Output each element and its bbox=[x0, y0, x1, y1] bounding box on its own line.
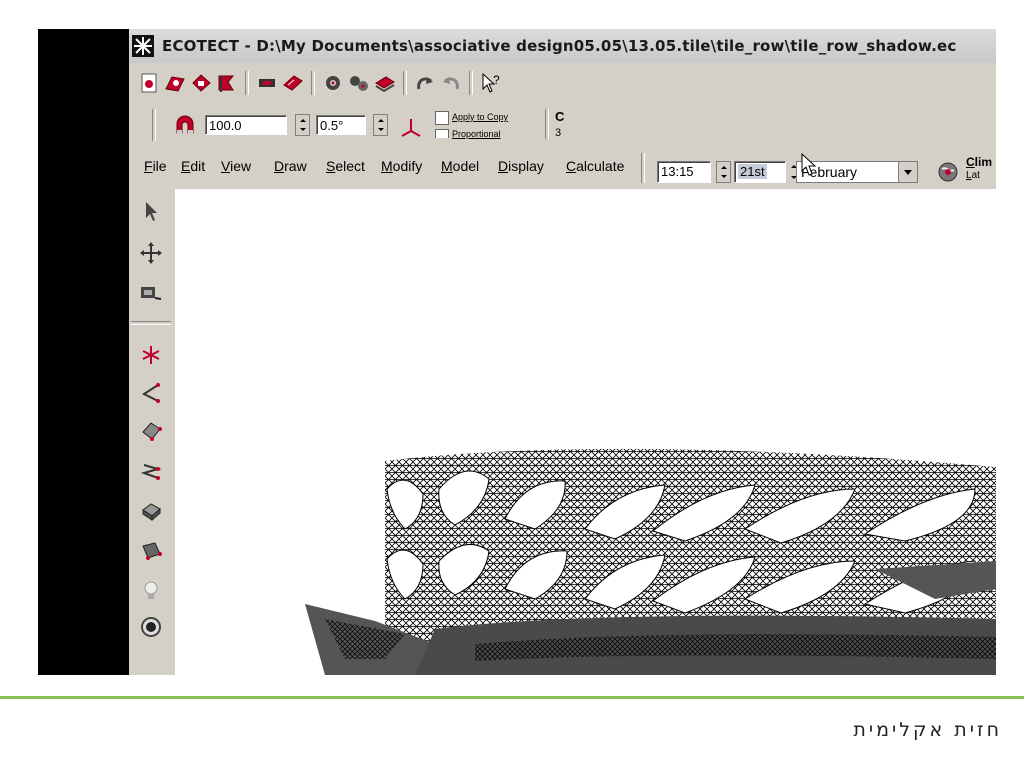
toolbar-separator bbox=[403, 71, 407, 95]
climate-sub-label: Lat bbox=[966, 170, 980, 181]
book-icon[interactable] bbox=[281, 71, 305, 95]
apply-to-copy-label: Apply to Copy bbox=[452, 112, 509, 122]
save-file-icon[interactable] bbox=[189, 71, 213, 95]
chevron-down-icon[interactable] bbox=[898, 162, 917, 182]
day-value: 21st bbox=[738, 164, 767, 179]
save-as-icon[interactable] bbox=[215, 71, 239, 95]
open-file-icon[interactable] bbox=[163, 71, 187, 95]
new-file-icon[interactable] bbox=[137, 71, 161, 95]
menu-calculate[interactable]: Calculate bbox=[566, 158, 624, 174]
pointer-icon[interactable] bbox=[137, 197, 165, 225]
angle-spinner[interactable] bbox=[373, 114, 388, 136]
video-letterbox-right bbox=[996, 29, 1024, 675]
globe-icon[interactable] bbox=[937, 161, 959, 183]
transform-toolbar: 100.0 0.5° Apply to Copy Proportional C … bbox=[129, 105, 596, 145]
render-icon[interactable] bbox=[255, 71, 279, 95]
toolbar-separator bbox=[469, 71, 473, 95]
toolbar-extra-letter: C bbox=[555, 109, 565, 124]
gear-icon[interactable] bbox=[321, 71, 345, 95]
point-icon[interactable] bbox=[137, 341, 165, 369]
menu-bar: File Edit View Draw Select Modify Model … bbox=[129, 149, 996, 185]
menu-display[interactable]: Display bbox=[498, 158, 544, 174]
help-icon[interactable]: ? bbox=[479, 71, 503, 95]
video-letterbox-left bbox=[38, 29, 129, 675]
line-icon[interactable] bbox=[137, 379, 165, 407]
time-spinner[interactable] bbox=[716, 161, 731, 183]
toolbar-separator bbox=[311, 71, 315, 95]
toolbox-separator bbox=[131, 321, 171, 325]
magnet-icon[interactable] bbox=[173, 113, 199, 139]
menu-select[interactable]: Select bbox=[326, 158, 365, 174]
climate-label: Clim bbox=[966, 155, 993, 169]
polyline-icon[interactable] bbox=[137, 457, 165, 485]
main-toolbar: ? bbox=[129, 65, 996, 101]
time-field[interactable]: 13:15 bbox=[657, 161, 711, 183]
angle-field[interactable]: 0.5° bbox=[316, 115, 366, 135]
ecotect-window: ECOTECT - D:\My Documents\associative de… bbox=[129, 29, 996, 675]
layers-icon[interactable] bbox=[373, 71, 397, 95]
toolbar-extra-digit: 3 bbox=[555, 127, 562, 139]
left-toolbox bbox=[129, 189, 175, 675]
distance-spinner[interactable] bbox=[295, 114, 310, 136]
proportional-checkbox[interactable] bbox=[435, 129, 449, 138]
menu-model[interactable]: Model bbox=[441, 158, 479, 174]
mouse-cursor-icon bbox=[801, 152, 817, 176]
title-bar: ECOTECT - D:\My Documents\associative de… bbox=[129, 29, 996, 63]
apply-to-copy-checkbox[interactable] bbox=[435, 111, 449, 125]
toolbar-separator bbox=[641, 153, 645, 183]
undo-icon[interactable] bbox=[413, 71, 437, 95]
light-icon[interactable] bbox=[137, 577, 165, 605]
model-viewport[interactable] bbox=[175, 189, 996, 675]
menu-file[interactable]: File bbox=[144, 158, 167, 174]
menu-draw[interactable]: Draw bbox=[274, 158, 307, 174]
toolbar-grip bbox=[152, 109, 156, 141]
menu-edit[interactable]: Edit bbox=[181, 158, 205, 174]
surface-icon[interactable] bbox=[137, 537, 165, 565]
speaker-icon[interactable] bbox=[137, 613, 165, 641]
zoom-icon[interactable] bbox=[137, 279, 165, 307]
tile-row-model bbox=[305, 448, 996, 675]
footer-caption: חזית אקלימית bbox=[853, 719, 1002, 741]
menu-modify[interactable]: Modify bbox=[381, 158, 422, 174]
menu-view[interactable]: View bbox=[221, 158, 251, 174]
redo-icon[interactable] bbox=[439, 71, 463, 95]
day-field[interactable]: 21st bbox=[734, 161, 786, 183]
plane-icon[interactable] bbox=[137, 417, 165, 445]
toolbar-separator bbox=[545, 109, 549, 139]
ecotect-logo-icon bbox=[132, 35, 154, 57]
box-icon[interactable] bbox=[137, 497, 165, 525]
footer-accent-line bbox=[0, 696, 1024, 699]
settings-icon[interactable] bbox=[347, 71, 371, 95]
distance-field[interactable]: 100.0 bbox=[205, 115, 287, 135]
svg-text:?: ? bbox=[493, 73, 500, 87]
axis-icon[interactable] bbox=[399, 115, 423, 139]
window-title: ECOTECT - D:\My Documents\associative de… bbox=[162, 37, 957, 55]
toolbar-separator bbox=[245, 71, 249, 95]
move-icon[interactable] bbox=[137, 239, 165, 267]
proportional-label: Proportional bbox=[452, 129, 501, 139]
